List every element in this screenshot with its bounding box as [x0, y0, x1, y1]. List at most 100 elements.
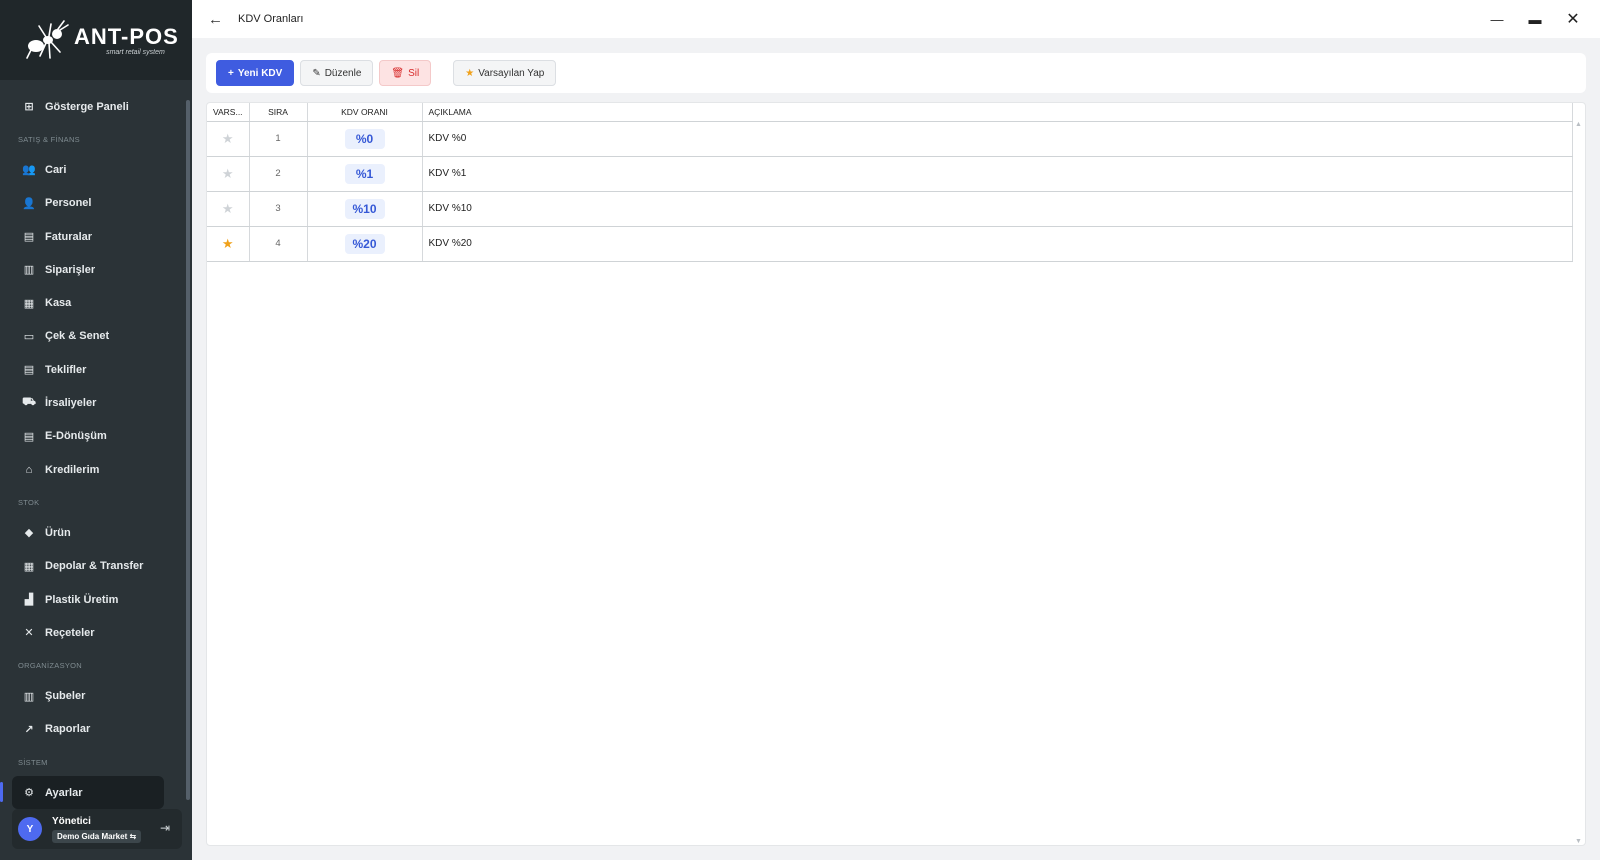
sidebar-item-depolar-transfer[interactable]: ▦ Depolar & Transfer [0, 550, 184, 583]
sidebar-scrollbar[interactable] [186, 100, 190, 800]
star-icon: ★ [465, 67, 475, 79]
scroll-down-icon[interactable]: ▼ [1575, 838, 1582, 845]
default-cell: ★ [207, 226, 250, 262]
rate-badge: %1 [344, 163, 385, 184]
brand-name: ANT-POS [74, 23, 179, 49]
logout-icon[interactable]: ⇥ [160, 821, 170, 835]
sidebar-item-label: E-Dönüşüm [45, 430, 107, 443]
page-title: KDV Oranları [238, 13, 304, 25]
order-cell: 4 [249, 226, 308, 262]
sidebar-item-label: Reçeteler [45, 626, 95, 639]
user-card[interactable]: Y Yönetici Demo Gıda Market ⇆ ⇥ [12, 809, 182, 849]
trash-icon: 🗑 [391, 67, 405, 79]
sidebar-nav: ⊞ Gösterge Paneli SATIŞ & FİNANS 👥 Cari 👤 Pers… [0, 90, 184, 810]
table-row[interactable]: ★ 3 %10 KDV %10 [207, 191, 1573, 227]
sidebar-item-label: Siparişler [45, 263, 96, 276]
default-cell: ★ [207, 156, 250, 192]
sidebar-item-i-rsaliyeler[interactable]: ⛟ İrsaliyeler [0, 386, 184, 419]
sidebar-item-label: Raporlar [45, 723, 91, 736]
factory-icon: ▟ [24, 594, 34, 606]
warehouse-icon: ▦ [23, 560, 35, 573]
invoice-icon: ▤ [23, 231, 35, 244]
set-default-label: Varsayılan Yap [478, 67, 545, 79]
company-name: Demo Gıda Market [57, 831, 128, 841]
sidebar-item-gösterge-paneli[interactable]: ⊞ Gösterge Paneli [0, 90, 184, 123]
table-row[interactable]: ★ 2 %1 KDV %1 [207, 156, 1573, 192]
sidebar: ANT-POS smart retail system ⊞ Gösterge Pa… [0, 0, 192, 860]
minimize-icon[interactable]: — [1478, 0, 1516, 38]
sidebar-section-title: STOK [18, 498, 40, 508]
company-switcher[interactable]: Demo Gıda Market ⇆ [52, 829, 142, 843]
maximize-icon[interactable]: ▬ [1516, 0, 1554, 38]
column-header-default[interactable]: VARS... [207, 103, 250, 122]
sidebar-item-label: Faturalar [45, 230, 93, 243]
sidebar-item-raporlar[interactable]: ↗ Raporlar [0, 713, 184, 746]
title-bar: ← KDV Oranları — ▬ ✕ [192, 0, 1600, 38]
sidebar-item-reçeteler[interactable]: ✕ Reçeteler [0, 616, 184, 649]
table-body: ★ 1 %0 KDV %0 ★ 2 %1 KDV %1 ★ 3 %10 KDV %10 ★ 4 %20 KDV… [207, 121, 1573, 262]
star-outline-icon: ★ [221, 165, 234, 181]
brand-tagline: smart retail system [106, 48, 165, 56]
plus-icon: + [228, 67, 234, 79]
sidebar-item-kredilerim[interactable]: ⌂ Kredilerim [0, 453, 184, 486]
table-row[interactable]: ★ 4 %20 KDV %20 [207, 226, 1573, 262]
description-cell: KDV %20 [422, 226, 1573, 262]
toolbar: + Yeni KDV ✎ Düzenle 🗑 Sil ★ Varsayılan Yap [206, 53, 1586, 93]
utensils-icon: ✕ [24, 627, 34, 640]
sidebar-item-siparişler[interactable]: ▥ Siparişler [0, 253, 184, 286]
new-kdv-label: Yeni KDV [237, 67, 283, 79]
sidebar-item-label: Şubeler [45, 690, 86, 703]
sidebar-section-title: SATIŞ & FİNANS [18, 135, 80, 145]
rate-cell: %20 [307, 226, 423, 262]
description-cell: KDV %1 [422, 156, 1573, 192]
scroll-up-icon[interactable]: ▲ [1575, 121, 1582, 128]
sidebar-item-label: Gösterge Paneli [45, 100, 129, 113]
grid-scrollbar[interactable]: ▲ ▼ [1573, 121, 1585, 845]
app-logo[interactable]: ANT-POS smart retail system [0, 0, 192, 80]
sidebar-item-personel[interactable]: 👤 Personel [0, 187, 184, 220]
delete-button[interactable]: 🗑 Sil [379, 60, 432, 86]
new-kdv-button[interactable]: + Yeni KDV [216, 60, 295, 86]
description-cell: KDV %10 [422, 191, 1573, 227]
rate-cell: %1 [307, 156, 423, 192]
column-header-order[interactable]: SIRA [249, 103, 308, 122]
description-cell: KDV %0 [422, 121, 1573, 157]
sidebar-section-title: SİSTEM [18, 758, 48, 768]
e-document-icon: ▤ [23, 430, 35, 443]
default-star-icon: ★ [221, 235, 234, 251]
order-cell: 1 [249, 121, 308, 157]
building-icon: ▥ [23, 690, 35, 703]
avatar: Y [18, 817, 42, 841]
chart-line-icon: ↗ [24, 723, 34, 736]
sidebar-item-label: Kasa [45, 297, 72, 310]
sidebar-item-plastik-üretim[interactable]: ▟ Plastik Üretim [0, 583, 184, 616]
sidebar-item-ürün[interactable]: ◆ Ürün [0, 516, 184, 549]
truck-icon: ⛟ [22, 396, 36, 409]
sidebar-item-teklifler[interactable]: ▤ Teklifler [0, 353, 184, 386]
sidebar-item-kasa[interactable]: ▦ Kasa [0, 286, 184, 319]
star-outline-icon: ★ [221, 130, 234, 146]
user-tie-icon: 👤 [22, 197, 36, 210]
ant-logo-icon [24, 18, 70, 62]
set-default-button[interactable]: ★ Varsayılan Yap [453, 60, 557, 86]
sidebar-item-label: Plastik Üretim [45, 593, 119, 606]
swap-icon: ⇆ [129, 831, 137, 841]
edit-button[interactable]: ✎ Düzenle [300, 60, 374, 86]
sidebar-item-faturalar[interactable]: ▤ Faturalar [0, 220, 184, 253]
sidebar-item-şubeler[interactable]: ▥ Şubeler [0, 679, 184, 712]
users-icon: 👥 [22, 164, 36, 177]
rate-badge: %10 [344, 198, 385, 219]
sidebar-item-çek-senet[interactable]: ▭ Çek & Senet [0, 320, 184, 353]
table-row[interactable]: ★ 1 %0 KDV %0 [207, 121, 1573, 157]
sidebar-item-cari[interactable]: 👥 Cari [0, 153, 184, 186]
sidebar-item-e-dönüşüm[interactable]: ▤ E-Dönüşüm [0, 420, 184, 453]
column-header-rate[interactable]: KDV ORANI [307, 103, 423, 122]
bank-icon: ⌂ [25, 463, 33, 476]
back-arrow-icon[interactable]: ← [208, 11, 228, 28]
column-header-description[interactable]: AÇIKLAMA [422, 103, 1573, 122]
order-cell: 3 [249, 191, 308, 227]
star-outline-icon: ★ [221, 200, 234, 216]
close-icon[interactable]: ✕ [1554, 0, 1592, 38]
rate-badge: %20 [344, 233, 385, 254]
sidebar-item-ayarlar[interactable]: ⚙ Ayarlar [0, 776, 164, 810]
